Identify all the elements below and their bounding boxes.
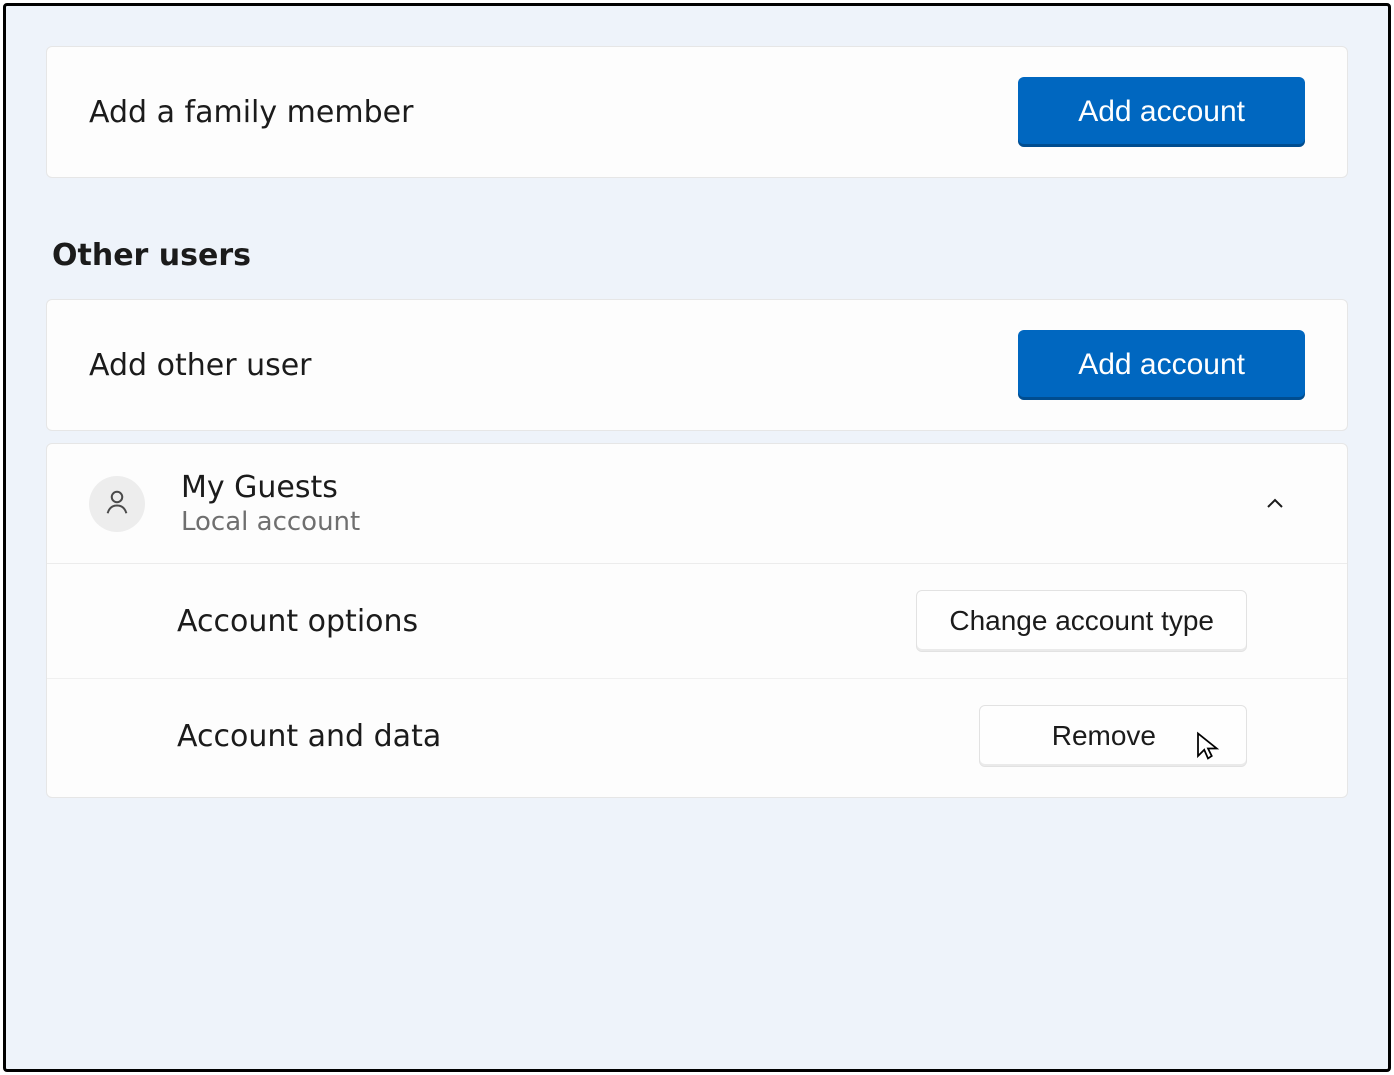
add-family-account-button[interactable]: Add account — [1018, 77, 1305, 147]
user-name-block: My Guests Local account — [181, 470, 1255, 537]
other-users-heading: Other users — [52, 238, 1348, 273]
add-family-member-label: Add a family member — [89, 95, 413, 130]
user-account-header[interactable]: My Guests Local account — [47, 444, 1347, 564]
account-options-row: Account options Change account type — [47, 564, 1347, 679]
person-icon — [102, 487, 132, 521]
user-avatar — [89, 476, 145, 532]
account-and-data-row: Account and data Remove — [47, 679, 1347, 797]
add-other-user-row: Add other user Add account — [46, 299, 1348, 431]
settings-other-users-panel: Add a family member Add account Other us… — [3, 3, 1391, 1072]
account-options-label: Account options — [177, 604, 418, 639]
user-account-type-label: Local account — [181, 507, 1255, 537]
remove-account-button[interactable]: Remove — [979, 705, 1247, 767]
change-account-type-button[interactable]: Change account type — [916, 590, 1247, 652]
chevron-up-icon — [1255, 484, 1295, 524]
add-other-user-account-button[interactable]: Add account — [1018, 330, 1305, 400]
account-and-data-label: Account and data — [177, 719, 441, 754]
add-other-user-label: Add other user — [89, 348, 312, 383]
user-account-card: My Guests Local account Account options … — [46, 443, 1348, 798]
add-family-member-row: Add a family member Add account — [46, 46, 1348, 178]
user-name: My Guests — [181, 470, 1255, 505]
